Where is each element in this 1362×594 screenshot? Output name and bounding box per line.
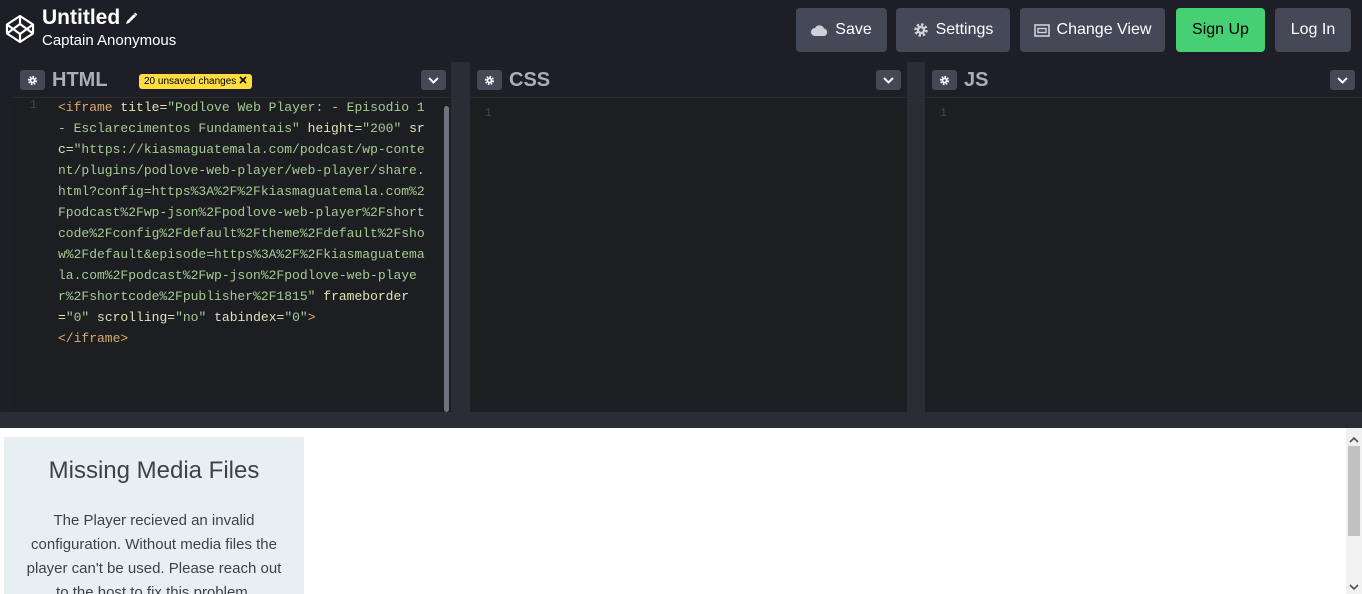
settings-button[interactable]: Settings: [896, 8, 1010, 52]
html-editor-title: HTML: [52, 69, 108, 91]
code-token-string: "https://kiasmaguatemala.com/podcast/wp-…: [58, 142, 425, 304]
editors-area: HTML 20 unsaved changes 1 <iframe title=…: [0, 62, 1362, 412]
code-token-attr: scrolling: [97, 310, 168, 325]
code-token-attr: tabindex: [214, 310, 277, 325]
code-token-tag: >: [307, 310, 316, 325]
code-token-tag: </iframe>: [58, 331, 129, 346]
js-editor-panel: JS 1: [925, 62, 1362, 412]
code-token-string: "0": [65, 310, 90, 325]
error-card-text: The Player recieved an invalid configura…: [26, 512, 282, 594]
line-number: 1: [484, 106, 492, 120]
gear-icon: [913, 22, 929, 38]
css-settings-gear-icon[interactable]: [477, 70, 502, 90]
html-editor-panel: HTML 20 unsaved changes 1 <iframe title=…: [13, 62, 451, 412]
sign-up-button-label: Sign Up: [1192, 21, 1249, 38]
change-view-button[interactable]: Change View: [1020, 8, 1165, 52]
preview-scrollbar[interactable]: [1346, 428, 1362, 594]
codepen-logo-icon[interactable]: [4, 13, 36, 45]
panel-resize-handle[interactable]: [451, 62, 470, 412]
code-token-string: "0": [284, 310, 308, 325]
css-collapse-chevron-down-icon[interactable]: [876, 70, 901, 90]
sign-up-button[interactable]: Sign Up: [1176, 8, 1265, 52]
log-in-button[interactable]: Log In: [1275, 8, 1351, 52]
panel-resize-handle[interactable]: [907, 62, 925, 412]
code-token-attr: height: [307, 121, 355, 136]
code-token-attr: frameborder: [323, 289, 410, 304]
html-code-editor[interactable]: 1 <iframe title="Podlove Web Player: - E…: [13, 98, 451, 412]
save-button[interactable]: Save: [796, 8, 887, 52]
code-token-string: "200": [362, 121, 402, 136]
css-editor-panel: CSS 1: [470, 62, 907, 412]
pen-title[interactable]: Untitled: [42, 6, 120, 30]
html-code[interactable]: <iframe title="Podlove Web Player: - Epi…: [58, 97, 428, 349]
css-code-editor[interactable]: 1: [470, 98, 907, 412]
js-code-editor[interactable]: 1: [925, 98, 1362, 412]
preview-scrollbar-thumb[interactable]: [1348, 446, 1360, 536]
error-card-title: Missing Media Files: [48, 457, 260, 484]
header: Untitled Captain Anonymous Save Settings…: [0, 0, 1362, 62]
unsaved-changes-label: 20 unsaved changes: [144, 76, 237, 87]
code-token-tag: <iframe: [58, 100, 113, 115]
line-number: 1: [29, 98, 37, 112]
save-button-label: Save: [835, 21, 872, 38]
scroll-down-arrow-icon[interactable]: [1349, 578, 1359, 594]
js-settings-gear-icon[interactable]: [932, 70, 957, 90]
css-editor-header: CSS: [470, 62, 907, 98]
code-token-string: "no": [175, 310, 207, 325]
code-token-attr: title: [120, 100, 160, 115]
unsaved-changes-badge[interactable]: 20 unsaved changes: [139, 74, 253, 89]
cloud-icon: [811, 24, 828, 36]
preview-frame[interactable]: Missing Media Files The Player recieved …: [0, 428, 1362, 594]
change-view-button-label: Change View: [1056, 21, 1152, 38]
layout-icon: [1033, 23, 1050, 37]
close-icon[interactable]: [239, 76, 247, 87]
settings-button-label: Settings: [935, 21, 994, 38]
log-in-button-label: Log In: [1290, 21, 1336, 38]
html-collapse-chevron-down-icon[interactable]: [421, 70, 446, 90]
js-editor-title: JS: [964, 69, 989, 91]
author-name[interactable]: Captain Anonymous: [42, 32, 176, 49]
js-collapse-chevron-down-icon[interactable]: [1330, 70, 1355, 90]
pen-title-row[interactable]: Untitled: [42, 6, 138, 30]
css-editor-title: CSS: [509, 69, 551, 91]
html-editor-header: HTML 20 unsaved changes: [13, 62, 451, 98]
html-settings-gear-icon[interactable]: [20, 70, 45, 90]
js-editor-header: JS: [925, 62, 1362, 98]
error-card: Missing Media Files The Player recieved …: [4, 437, 304, 594]
line-number: 1: [939, 106, 947, 120]
html-editor-scrollbar[interactable]: [444, 106, 449, 412]
pencil-icon[interactable]: [125, 12, 138, 25]
preview-resize-bar[interactable]: [0, 412, 1362, 428]
